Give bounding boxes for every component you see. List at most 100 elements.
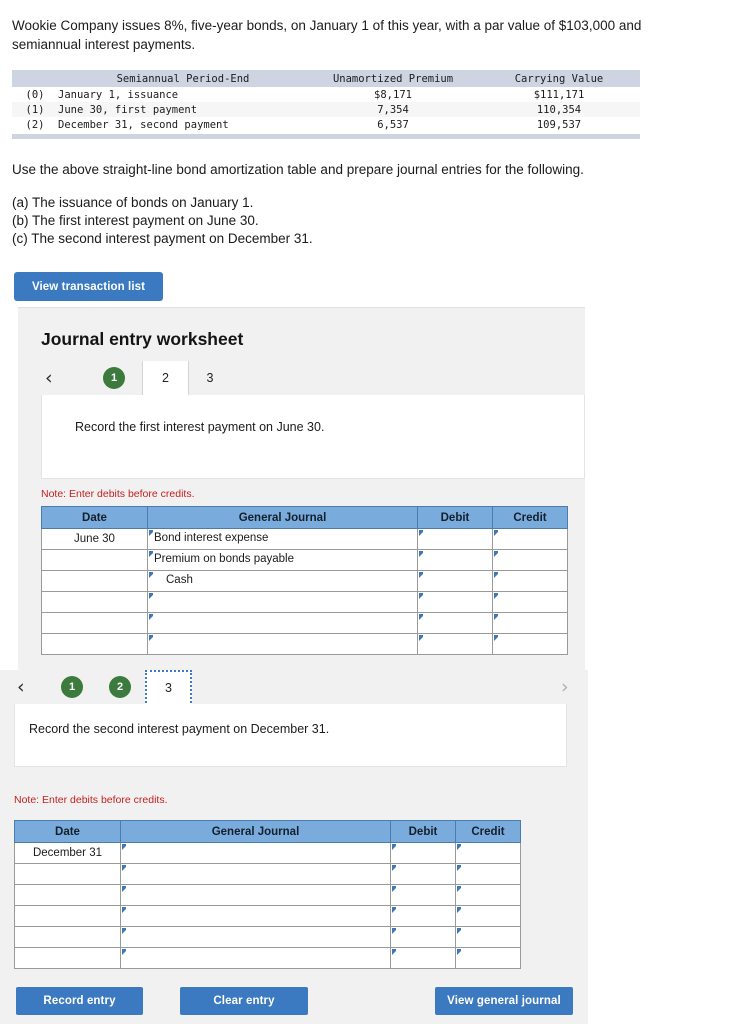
journal-header-date: Date	[41, 506, 148, 529]
journal-header-row: Date General Journal Debit Credit	[41, 506, 568, 529]
amort-row-unamortized-premium: $8,171	[374, 88, 412, 101]
chevron-left-icon[interactable]: ‹	[45, 369, 53, 388]
amort-row-carrying-value: 110,354	[478, 102, 640, 117]
debits-before-credits-note-1: Note: Enter debits before credits.	[41, 488, 195, 500]
journal-date-cell[interactable]	[14, 884, 121, 906]
record-entry-button[interactable]: Record entry	[16, 987, 143, 1015]
amortization-table-bottom-rule	[12, 134, 640, 139]
journal-account-input[interactable]	[147, 591, 418, 613]
cell-marker-icon	[419, 572, 423, 578]
journal-date-cell[interactable]	[14, 926, 121, 948]
journal-debit-input[interactable]	[417, 570, 493, 592]
journal-debit-input[interactable]	[390, 947, 456, 969]
amort-row-carrying-value: $111,171	[533, 88, 585, 101]
tab-3[interactable]: 3	[200, 361, 220, 395]
journal-entry-table-1: Date General Journal Debit Credit June 3…	[41, 506, 568, 655]
table-row: (1) June 30, first payment 7,354 110,354	[12, 102, 640, 117]
amortization-table-body: (0) January 1, issuance $8,171 $111,171 …	[12, 87, 640, 132]
cell-marker-icon	[122, 865, 126, 871]
journal-header-debit: Debit	[390, 820, 456, 843]
journal-debit-input[interactable]	[390, 884, 456, 906]
cell-marker-icon	[419, 551, 423, 557]
chevron-right-icon[interactable]: ›	[561, 678, 569, 697]
journal-credit-input[interactable]	[492, 591, 568, 613]
journal-debit-input[interactable]	[417, 612, 493, 634]
amortization-header-row: Semiannual Period-End Unamortized Premiu…	[12, 70, 640, 87]
amortization-table-head: Semiannual Period-End Unamortized Premiu…	[12, 70, 640, 87]
journal-table-body-2: December 31	[14, 842, 521, 969]
tab-1[interactable]: 1	[103, 367, 125, 389]
instruction-items: (a) The issuance of bonds on January 1. …	[12, 194, 702, 248]
journal-account-input[interactable]	[147, 612, 418, 634]
journal-header-general-journal: General Journal	[147, 506, 418, 529]
tab-1[interactable]: 1	[61, 676, 83, 698]
journal-account-input[interactable]	[120, 884, 391, 906]
journal-date-cell[interactable]	[14, 863, 121, 885]
cell-marker-icon	[494, 593, 498, 599]
journal-date-cell[interactable]	[41, 591, 148, 613]
cell-marker-icon	[149, 593, 153, 599]
journal-account-input[interactable]: Bond interest expense	[147, 528, 418, 550]
cell-marker-icon	[122, 844, 126, 850]
view-transaction-list-button[interactable]: View transaction list	[14, 272, 163, 301]
journal-date-cell[interactable]	[41, 612, 148, 634]
journal-account-input[interactable]	[120, 905, 391, 927]
journal-account-input[interactable]	[120, 842, 391, 864]
journal-debit-input[interactable]	[417, 528, 493, 550]
journal-date-cell[interactable]	[14, 947, 121, 969]
journal-debit-input[interactable]	[390, 863, 456, 885]
journal-date-cell[interactable]	[41, 549, 148, 571]
journal-debit-input[interactable]	[390, 842, 456, 864]
journal-credit-input[interactable]	[492, 528, 568, 550]
journal-date-cell[interactable]	[14, 905, 121, 927]
tab-3[interactable]: 3	[145, 670, 192, 706]
amort-header-index	[12, 70, 58, 87]
journal-debit-input[interactable]	[417, 549, 493, 571]
table-row	[14, 947, 521, 969]
table-row: June 30 Bond interest expense	[41, 528, 568, 550]
journal-account-input[interactable]	[120, 947, 391, 969]
view-general-journal-button[interactable]: View general journal	[435, 987, 573, 1015]
journal-credit-input[interactable]	[455, 863, 521, 885]
journal-date-cell[interactable]: June 30	[41, 528, 148, 550]
clear-entry-button[interactable]: Clear entry	[180, 987, 308, 1015]
journal-header-row: Date General Journal Debit Credit	[14, 820, 521, 843]
journal-credit-input[interactable]	[455, 926, 521, 948]
journal-credit-input[interactable]	[492, 570, 568, 592]
journal-account-input[interactable]: Premium on bonds payable	[147, 549, 418, 571]
journal-debit-input[interactable]	[417, 591, 493, 613]
chevron-left-icon[interactable]: ‹	[17, 678, 25, 697]
journal-date-cell[interactable]	[41, 570, 148, 592]
journal-date-cell[interactable]	[41, 633, 148, 655]
journal-date-cell[interactable]: December 31	[14, 842, 121, 864]
journal-debit-input[interactable]	[390, 905, 456, 927]
journal-credit-input[interactable]	[492, 549, 568, 571]
cell-marker-icon	[149, 530, 153, 536]
table-row	[14, 863, 521, 885]
tab-2[interactable]: 2	[142, 361, 189, 395]
journal-account-input[interactable]	[120, 863, 391, 885]
prompt-panel-2: Record the second interest payment on De…	[14, 704, 567, 767]
journal-account-input[interactable]	[147, 633, 418, 655]
journal-credit-input[interactable]	[455, 947, 521, 969]
table-row: Premium on bonds payable	[41, 549, 568, 571]
cell-marker-icon	[392, 907, 396, 913]
journal-entry-worksheet-card: Journal entry worksheet ‹ 1 2 3 Record t…	[18, 307, 585, 671]
journal-credit-input[interactable]	[492, 633, 568, 655]
journal-credit-input[interactable]	[455, 884, 521, 906]
journal-account-input[interactable]: Cash	[147, 570, 418, 592]
journal-debit-input[interactable]	[417, 633, 493, 655]
table-row: December 31	[14, 842, 521, 864]
page-title: Journal entry worksheet	[41, 329, 244, 349]
table-row: (2) December 31, second payment 6,537 10…	[12, 117, 640, 132]
journal-credit-input[interactable]	[455, 842, 521, 864]
cell-marker-icon	[457, 844, 461, 850]
journal-account-input[interactable]	[120, 926, 391, 948]
journal-credit-input[interactable]	[455, 905, 521, 927]
journal-header-general-journal: General Journal	[120, 820, 391, 843]
journal-debit-input[interactable]	[390, 926, 456, 948]
cell-marker-icon	[122, 949, 126, 955]
cell-marker-icon	[392, 928, 396, 934]
journal-credit-input[interactable]	[492, 612, 568, 634]
tab-2[interactable]: 2	[109, 676, 131, 698]
